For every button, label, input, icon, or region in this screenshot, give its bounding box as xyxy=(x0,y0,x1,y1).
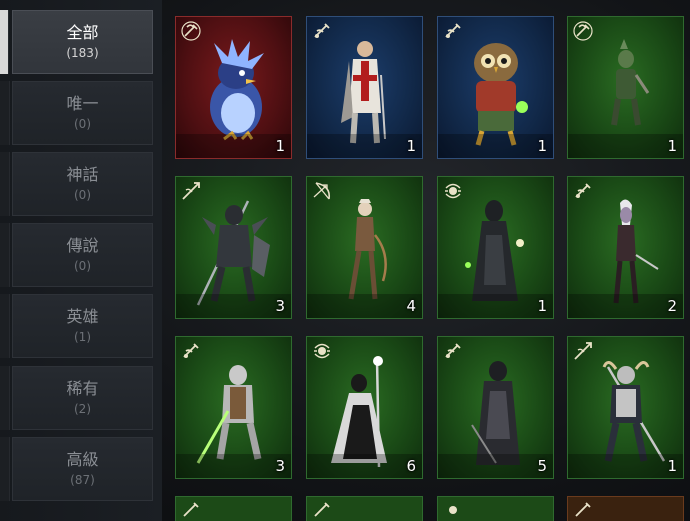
dark-robed-knight-figure xyxy=(471,361,520,465)
character-card[interactable]: 1 xyxy=(306,16,423,159)
filter-tab-count: (183) xyxy=(66,46,99,60)
filter-tab-label: 英雄 xyxy=(66,307,99,326)
character-card[interactable] xyxy=(175,496,292,521)
card-footer-shade xyxy=(568,294,683,318)
character-card[interactable]: 1 xyxy=(175,16,292,159)
card-footer-shade xyxy=(307,294,422,318)
card-count: 2 xyxy=(667,297,677,315)
card-count: 1 xyxy=(537,137,547,155)
card-footer-shade xyxy=(176,294,291,318)
filter-tab-count: (0) xyxy=(74,259,91,273)
sword-class-icon xyxy=(575,502,591,517)
tab-rail xyxy=(0,366,10,430)
sword-class-icon xyxy=(183,502,199,517)
collection-screen: 全部 (183) 唯一 (0) 神話 (0) 傳說 (0) 英雄 (1) 稀有 … xyxy=(0,0,690,521)
filter-tab-count: (87) xyxy=(70,473,95,487)
card-footer-shade xyxy=(568,454,683,478)
tab-rail xyxy=(0,152,10,216)
crusader-knight-figure xyxy=(341,41,386,144)
character-card[interactable]: 1 xyxy=(437,176,554,319)
goblin-scout-figure xyxy=(611,39,650,126)
character-card-grid: 1 1 1 1 3 4 1 2 3 6 5 1 xyxy=(162,0,690,521)
filter-tab-label: 傳說 xyxy=(66,236,99,255)
card-footer-shade xyxy=(176,134,291,158)
robed-mage-figure xyxy=(465,200,524,301)
card-count: 6 xyxy=(406,457,416,475)
armored-swordsman-figure xyxy=(196,365,262,464)
character-card[interactable]: 3 xyxy=(175,176,292,319)
character-card[interactable]: 5 xyxy=(437,336,554,479)
tab-rail xyxy=(0,294,10,358)
filter-tab-label: 全部 xyxy=(66,23,99,42)
card-footer-shade xyxy=(307,454,422,478)
filter-tab-label: 高級 xyxy=(66,450,99,469)
filter-tab-heroic[interactable]: 英雄 (1) xyxy=(12,294,153,358)
orb-class-icon xyxy=(449,506,457,514)
filter-tab-mythic[interactable]: 神話 (0) xyxy=(12,152,153,216)
card-count: 1 xyxy=(537,297,547,315)
card-footer-shade xyxy=(438,454,553,478)
character-card[interactable]: 2 xyxy=(567,176,684,319)
filter-tab-label: 唯一 xyxy=(66,94,99,113)
tab-rail xyxy=(0,223,10,287)
character-card[interactable]: 1 xyxy=(437,16,554,159)
character-card[interactable]: 3 xyxy=(175,336,292,479)
filter-tab-all[interactable]: 全部 (183) xyxy=(12,10,153,74)
sword-class-icon xyxy=(314,502,330,517)
filter-tab-label: 神話 xyxy=(66,165,99,184)
card-count: 5 xyxy=(537,457,547,475)
horned-lancer-figure xyxy=(602,361,666,462)
card-count: 1 xyxy=(406,137,416,155)
character-card[interactable] xyxy=(567,496,684,521)
elf-archer-figure xyxy=(348,199,387,300)
filter-tab-label: 稀有 xyxy=(66,379,99,398)
character-card[interactable]: 1 xyxy=(567,16,684,159)
owl-warrior-figure xyxy=(474,43,528,146)
filter-tab-count: (0) xyxy=(74,117,91,131)
card-footer-shade xyxy=(307,134,422,158)
dark-knight-spear-figure xyxy=(196,200,270,306)
tab-rail xyxy=(0,81,10,145)
card-count: 4 xyxy=(406,297,416,315)
card-count: 3 xyxy=(275,297,285,315)
card-count: 3 xyxy=(275,457,285,475)
filter-tab-legendary[interactable]: 傳說 (0) xyxy=(12,223,153,287)
character-card[interactable] xyxy=(306,496,423,521)
active-tab-indicator xyxy=(0,10,9,74)
card-count: 1 xyxy=(667,457,677,475)
card-footer-shade xyxy=(438,294,553,318)
rarity-filter-sidebar: 全部 (183) 唯一 (0) 神話 (0) 傳說 (0) 英雄 (1) 稀有 … xyxy=(0,0,162,521)
penguin-spirit-figure xyxy=(210,39,264,141)
staff-priestess-figure xyxy=(331,356,387,467)
character-card[interactable] xyxy=(437,496,554,521)
filter-tab-count: (0) xyxy=(74,188,91,202)
filter-tab-rare[interactable]: 稀有 (2) xyxy=(12,366,153,430)
card-footer-shade xyxy=(568,134,683,158)
filter-tab-advanced[interactable]: 高級 (87) xyxy=(12,437,153,501)
filter-tab-count: (2) xyxy=(74,402,91,416)
card-count: 1 xyxy=(275,137,285,155)
character-card[interactable]: 1 xyxy=(567,336,684,479)
character-card[interactable]: 6 xyxy=(306,336,423,479)
card-count: 1 xyxy=(667,137,677,155)
tab-rail xyxy=(0,437,10,501)
filter-tab-unique[interactable]: 唯一 (0) xyxy=(12,81,153,145)
character-card[interactable]: 4 xyxy=(306,176,423,319)
dark-elf-rogue-figure xyxy=(613,199,659,304)
card-footer-shade xyxy=(176,454,291,478)
card-footer-shade xyxy=(438,134,553,158)
filter-tab-count: (1) xyxy=(74,330,91,344)
